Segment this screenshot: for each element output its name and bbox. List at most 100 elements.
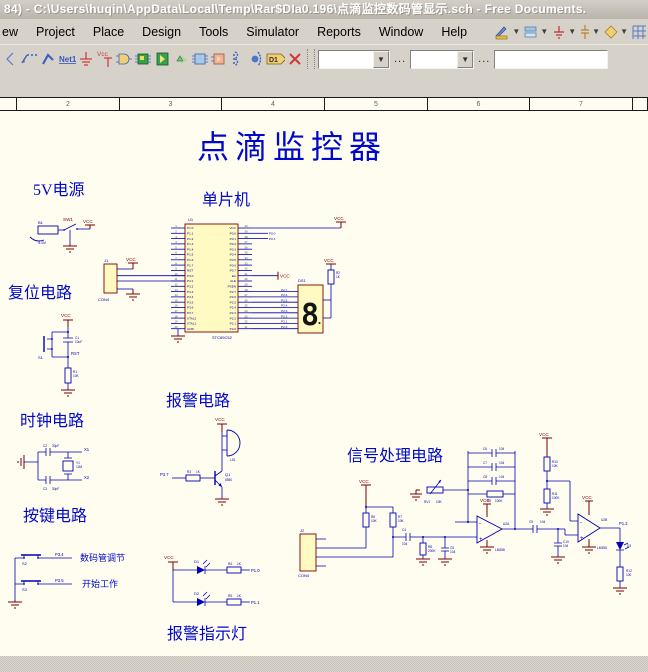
svg-text:P3.4: P3.4 [55,552,64,557]
combo-box-3[interactable] [494,49,609,69]
combo-2-arrow[interactable]: ▼ [457,50,474,68]
place-part-alt-button[interactable] [152,49,171,69]
combo-box-2[interactable]: ▼ [410,49,475,69]
mcu-pin-label: P0.6 [230,263,237,267]
section-label-mcu[interactable]: 单片机 [202,191,250,209]
section-label-led[interactable]: 报警指示灯 [167,625,247,643]
menu-item-reports[interactable]: Reports [308,23,370,41]
recycle-tool-button[interactable] [171,49,190,69]
svg-text:VCC: VCC [324,258,334,263]
grid-button[interactable] [630,21,648,43]
combo-box-1[interactable]: ▼ [318,49,390,69]
browse-button-1[interactable]: ... [390,53,410,65]
place-gate-button[interactable] [114,49,133,69]
mcu-pin-number: 29 [244,283,248,287]
mcu-pin-label: P2.5 [230,300,237,304]
ruler-cell: 6 [428,98,530,110]
clock-circuit[interactable]: C2 30pF C3 30pF Y1 12M X1 X2 [17,444,90,491]
dot-brace-tool-button[interactable] [247,49,266,69]
mcu-pin-number: 2 [175,230,177,234]
menu-bar-toolbar: ▼ ▼ ▼ ▼ ▼ [492,21,648,43]
place-bus-button[interactable] [38,49,57,69]
menu-item-simulator[interactable]: Simulator [237,23,308,41]
mcu-pin-label: P2.1 [230,322,237,326]
mcu-pin-label: P1.5 [187,253,194,257]
mcu-pin-label: P1.4 [187,247,194,251]
brace-tool-button[interactable] [228,49,247,69]
schematic-canvas[interactable]: 点滴监控器 5V电源 单片机 复位电路 时钟电路 按键电路 报警电路 信号处理电… [0,111,648,656]
svg-text:10K: 10K [436,500,443,504]
svg-text:S1: S1 [38,355,44,360]
power-connector[interactable]: J1 CON4 VCC [98,257,185,302]
orange-part-button[interactable] [209,49,228,69]
menu-item-help[interactable]: Help [432,23,476,41]
reset-circuit[interactable]: VCC S1 C1 10uF RST R1 10K [38,313,82,397]
brace-icon [232,51,238,67]
alarm-circuit[interactable]: VCC LS1 Q1 8550 R3 1K P3.7 [160,417,241,506]
svg-text:CON4: CON4 [298,573,310,578]
place-net-label-button[interactable]: Net1 [57,49,76,69]
section-label-keys[interactable]: 按键电路 [23,507,87,525]
mcu-pin-label: P1.2 [187,237,194,241]
svg-text:SW1: SW1 [63,217,73,222]
mcu-pin-label: PSEN [228,285,236,289]
wiring-tools-dropdown-button[interactable]: ▼ [492,21,521,43]
menu-item-window[interactable]: Window [370,23,432,41]
combo-1-arrow[interactable]: ▼ [373,50,389,68]
place-gnd-port-button[interactable] [76,49,95,69]
mcu-pin-label: P1.6 [187,258,194,262]
place-part-button[interactable] [133,49,152,69]
section-label-reset[interactable]: 复位电路 [8,284,72,302]
blue-part-button[interactable] [190,49,209,69]
mcu-pin-label: VCC [229,226,236,230]
place-wire-button[interactable] [19,49,38,69]
section-label-signal[interactable]: 信号处理电路 [347,447,443,465]
schematic-sheet[interactable]: 点滴监控器 5V电源 单片机 复位电路 时钟电路 按键电路 报警电路 信号处理电… [0,111,648,656]
bus-tools-dropdown-button[interactable]: ▼ [522,21,549,43]
svg-text:100K: 100K [552,496,560,500]
svg-text:R3: R3 [187,470,191,474]
svg-text:R5: R5 [228,594,232,598]
svg-text:10K: 10K [398,519,405,523]
menu-bar: ew Project Place Design Tools Simulator Report… [0,19,648,44]
key-circuit[interactable]: S2 P3.4 数码管调节 S3 P3.5 开始工作 [8,552,125,609]
browse-button-2[interactable]: ... [474,53,494,65]
d1-tag-icon: D1 [266,53,285,65]
sheet-border-ruler: 234567 [0,98,648,111]
part-dropdown-button[interactable]: ▼ [578,21,601,43]
menu-item-place[interactable]: Place [84,23,133,41]
place-vcc-port-button[interactable]: Vcc [95,49,114,69]
mcu-pin-label: P1.3 [187,242,194,246]
shape-dropdown-button[interactable]: ▼ [602,21,629,43]
power-port-dropdown-button[interactable]: ▼ [550,21,577,43]
svg-text:C6: C6 [483,447,487,451]
section-label-clock[interactable]: 时钟电路 [20,412,84,430]
svg-text:P3.5: P3.5 [55,578,64,583]
menu-item-tools[interactable]: Tools [190,23,237,41]
delete-tool-button[interactable] [285,49,304,69]
seven-segment-display[interactable]: P2.7P2.6P2.5P2.4P2.3P2.2P2.1P2.0 DS1 8 R… [252,258,341,334]
mcu-pin-number: 10 [174,272,178,276]
mcu-pin-number: 35 [244,251,248,255]
led-indicator-circuit[interactable]: VCC D1 R4 1K P1.0 D2 R5 1K P1.1 [164,555,260,606]
mcu-pin-label: P3.2 [187,285,194,289]
svg-text:D1: D1 [269,57,278,64]
clipped-tool-button[interactable] [0,49,19,69]
mcu-pin-label: RST [187,269,193,273]
menu-item-design[interactable]: Design [133,23,190,41]
dropdown-arrow-icon: ▼ [512,27,521,36]
power-circuit[interactable]: B1 4.5V SW1 VCC [29,217,95,253]
menu-item-project[interactable]: Project [27,23,84,41]
display-net-label: P2.4 [281,304,288,308]
section-label-power[interactable]: 5V电源 [33,181,85,199]
svg-text:30pF: 30pF [52,487,59,491]
menu-item-ew[interactable]: ew [0,23,27,41]
ruler-cell: 3 [120,98,222,110]
toolbar-grip[interactable] [307,49,315,69]
d1-tag-button[interactable]: D1 [266,49,285,69]
svg-text:12M: 12M [76,465,83,469]
section-label-alarm[interactable]: 报警电路 [166,392,230,410]
display-net-label: P2.3 [281,309,288,313]
schematic-title[interactable]: 点滴监控器 [197,129,387,165]
mcu-pin-number: 37 [244,240,248,244]
